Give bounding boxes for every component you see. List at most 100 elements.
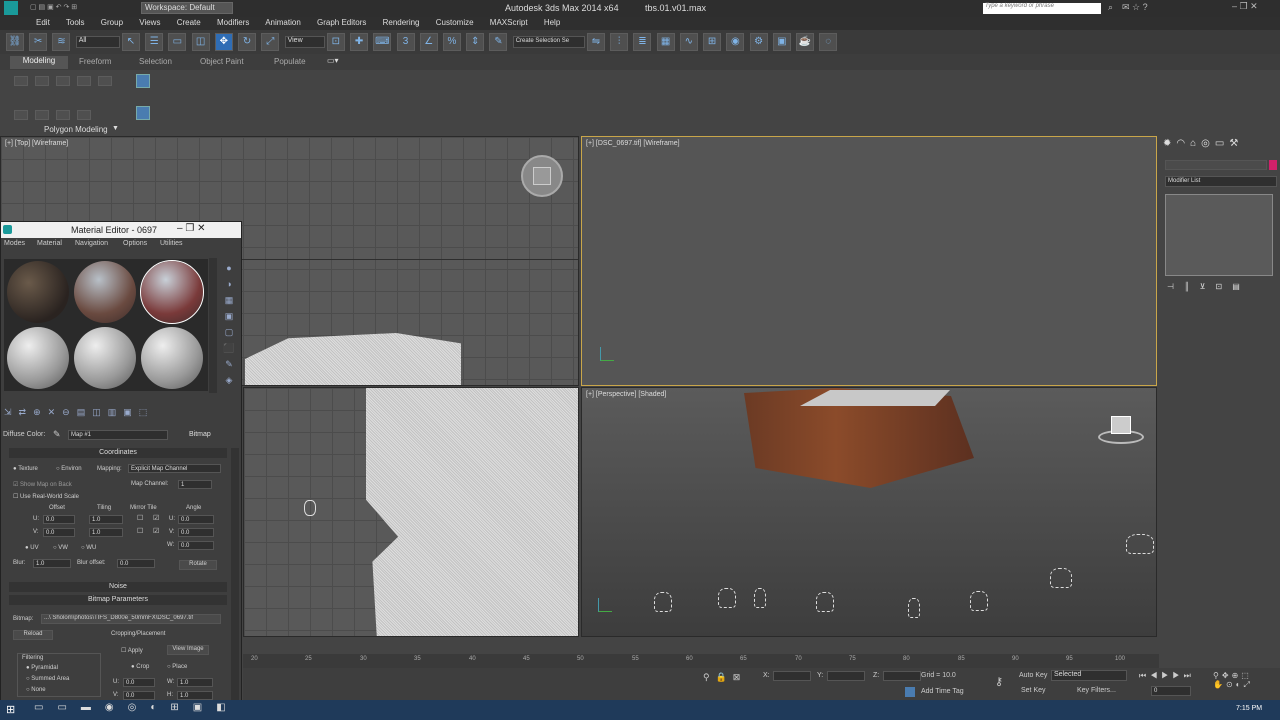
tab-populate[interactable]: Populate xyxy=(274,57,306,66)
material-editor-scrollbar[interactable] xyxy=(231,448,239,718)
window-crossing-icon[interactable]: ◫ xyxy=(191,33,210,51)
sample-slot-3-active[interactable] xyxy=(140,260,204,324)
viewcube-icon[interactable] xyxy=(521,155,563,197)
ribbon-expand-icon[interactable] xyxy=(136,106,150,120)
map-type-button[interactable]: Bitmap xyxy=(189,431,211,438)
mapping-dropdown[interactable]: Explicit Map Channel xyxy=(128,464,221,473)
menu-tools[interactable]: Tools xyxy=(66,18,85,27)
material-editor-titlebar[interactable]: Material Editor - 0697 – ❐ ✕ xyxy=(1,222,241,238)
viewport-top-label[interactable]: [+] [Top] [Wireframe] xyxy=(5,140,68,147)
sample-slots-scrollbar[interactable] xyxy=(209,258,217,393)
w-angle-spinner[interactable]: 0.0 xyxy=(178,541,214,550)
window-controls[interactable]: – ❐ ✕ xyxy=(1232,1,1258,12)
scale-icon[interactable]: ⤢ xyxy=(261,33,280,51)
a360-render-icon[interactable]: ◌ xyxy=(819,33,838,51)
menu-rendering[interactable]: Rendering xyxy=(383,18,420,27)
crop-u-spinner[interactable]: 0.0 xyxy=(123,678,155,687)
material-editor-icon[interactable]: ◉ xyxy=(726,33,745,51)
sample-slot-4[interactable] xyxy=(7,327,69,389)
crop-v-spinner[interactable]: 0.0 xyxy=(123,691,155,700)
modifier-list-dropdown[interactable]: Modifier List xyxy=(1165,176,1277,187)
v-tiling-spinner[interactable]: 1.0 xyxy=(89,528,123,537)
map-name-field[interactable]: Map #1 xyxy=(68,430,168,440)
menu-help[interactable]: Help xyxy=(544,18,560,27)
key-mode-dropdown[interactable]: Selected xyxy=(1051,670,1127,681)
current-frame-field[interactable]: 0 xyxy=(1151,686,1191,696)
render-production-icon[interactable]: ☕ xyxy=(796,33,815,51)
rectangular-selection-icon[interactable]: ▭ xyxy=(168,33,187,51)
blur-spinner[interactable]: 1.0 xyxy=(33,559,71,568)
blur-offset-spinner[interactable]: 0.0 xyxy=(117,559,155,568)
keyboard-shortcut-override-icon[interactable]: ⌨ xyxy=(373,33,392,51)
playback-controls[interactable]: ⏮◀▶▶⏭ xyxy=(1139,671,1195,681)
align-icon[interactable]: ⫶ xyxy=(610,33,629,51)
menu-views[interactable]: Views xyxy=(139,18,160,27)
key-filters-button[interactable]: Key Filters... xyxy=(1077,687,1116,694)
viewport-camera[interactable]: [+] [DSC_0697.tif] [Wireframe] xyxy=(581,136,1157,386)
crop-radio[interactable]: ● Crop xyxy=(131,664,149,670)
bind-space-warp-icon[interactable]: ≋ xyxy=(52,33,71,51)
tab-selection[interactable]: Selection xyxy=(139,57,172,66)
layer-manager-icon[interactable]: ≣ xyxy=(633,33,652,51)
sample-slot-2[interactable] xyxy=(74,261,136,323)
add-time-tag-button[interactable]: Add Time Tag xyxy=(921,688,964,695)
reference-coordinate-dropdown[interactable]: View xyxy=(284,36,325,48)
chevron-down-icon[interactable]: ▼ xyxy=(112,125,119,132)
select-manipulate-icon[interactable]: ✚ xyxy=(350,33,369,51)
snaps-toggle-icon[interactable]: 3 xyxy=(396,33,415,51)
viewcube-perspective-icon[interactable] xyxy=(1098,416,1144,446)
link-icon[interactable]: ⛓ xyxy=(6,33,24,51)
viewport-perspective-label[interactable]: [+] [Perspective] [Shaded] xyxy=(586,391,666,398)
tab-object-paint[interactable]: Object Paint xyxy=(200,57,244,66)
viewport-perspective[interactable]: [+] [Perspective] [Shaded] xyxy=(581,387,1157,637)
menu-group[interactable]: Group xyxy=(101,18,123,27)
selection-filter-dropdown[interactable]: All xyxy=(75,36,120,48)
taskbar-app-icons[interactable]: ▭▭▬◉◎◐⊞▣◧ xyxy=(34,702,240,713)
menu-modes[interactable]: Modes xyxy=(4,240,25,247)
stack-tools-icons[interactable]: ⊣║⊻⊡▤ xyxy=(1167,282,1250,291)
ribbon-options-icon[interactable]: ▭▾ xyxy=(327,56,339,65)
command-panel-tabs[interactable]: ✹◠⌂◎▭⚒ xyxy=(1163,138,1277,154)
help-icons[interactable]: ✉ ☆ ? xyxy=(1122,2,1148,13)
viewport-camera-label[interactable]: [+] [DSC_0697.tif] [Wireframe] xyxy=(586,140,680,147)
rendered-frame-window-icon[interactable]: ▣ xyxy=(772,33,791,51)
mirror-icon[interactable]: ⇋ xyxy=(586,33,605,51)
object-color-swatch[interactable] xyxy=(1269,160,1277,170)
place-radio[interactable]: ○ Place xyxy=(167,664,187,670)
pivot-center-icon[interactable]: ⊡ xyxy=(326,33,345,51)
render-setup-icon[interactable]: ⚙ xyxy=(749,33,768,51)
polygon-modeling-label[interactable]: Polygon Modeling xyxy=(44,125,108,134)
key-icon[interactable]: ⚷ xyxy=(995,675,1003,688)
move-icon[interactable]: ✥ xyxy=(214,33,233,51)
polygon-modeling-buttons[interactable] xyxy=(10,74,115,122)
noise-rollout[interactable]: Noise xyxy=(9,582,227,592)
v-tile-checkbox[interactable]: ☑ xyxy=(153,527,159,535)
unlink-icon[interactable]: ✂ xyxy=(29,33,48,51)
menu-graph-editors[interactable]: Graph Editors xyxy=(317,18,366,27)
workspace-dropdown[interactable]: Workspace: Default xyxy=(141,2,233,14)
schematic-view-icon[interactable]: ⊞ xyxy=(703,33,722,51)
material-editor-toolbar[interactable]: ⇲⇄⊕✕⊖▤◫▥▣⬚ xyxy=(4,407,240,421)
window-controls[interactable]: – ❐ ✕ xyxy=(177,223,205,234)
tab-freeform[interactable]: Freeform xyxy=(79,57,111,66)
v-offset-spinner[interactable]: 0.0 xyxy=(43,528,75,537)
menu-options[interactable]: Options xyxy=(123,240,147,247)
lock-selection-icons[interactable]: ⚲🔒⊠ xyxy=(703,672,746,683)
curve-editor-icon[interactable]: ∿ xyxy=(679,33,698,51)
angle-snap-icon[interactable]: ∠ xyxy=(419,33,438,51)
v-mirror-checkbox[interactable]: ☐ xyxy=(137,527,143,535)
uv-radio[interactable]: ● UV xyxy=(25,545,39,551)
y-coordinate-field[interactable] xyxy=(827,671,865,681)
time-tag-icon[interactable] xyxy=(905,687,915,697)
graphite-toolbar-icon[interactable]: ▦ xyxy=(656,33,675,51)
wu-radio[interactable]: ○ WU xyxy=(81,545,96,551)
map-channel-spinner[interactable]: 1 xyxy=(178,480,212,489)
menu-maxscript[interactable]: MAXScript xyxy=(490,18,528,27)
u-tiling-spinner[interactable]: 1.0 xyxy=(89,515,123,524)
menu-animation[interactable]: Animation xyxy=(265,18,301,27)
sample-slots[interactable] xyxy=(4,259,208,391)
menu-edit[interactable]: Edit xyxy=(36,18,50,27)
apply-checkbox[interactable]: ☐ Apply xyxy=(121,647,143,654)
sample-slot-side-icons[interactable]: ● ◑ ▦ ▣ ▢ ⬛ ✎ ◈ xyxy=(221,260,237,390)
auto-key-button[interactable]: Auto Key xyxy=(1019,672,1047,679)
